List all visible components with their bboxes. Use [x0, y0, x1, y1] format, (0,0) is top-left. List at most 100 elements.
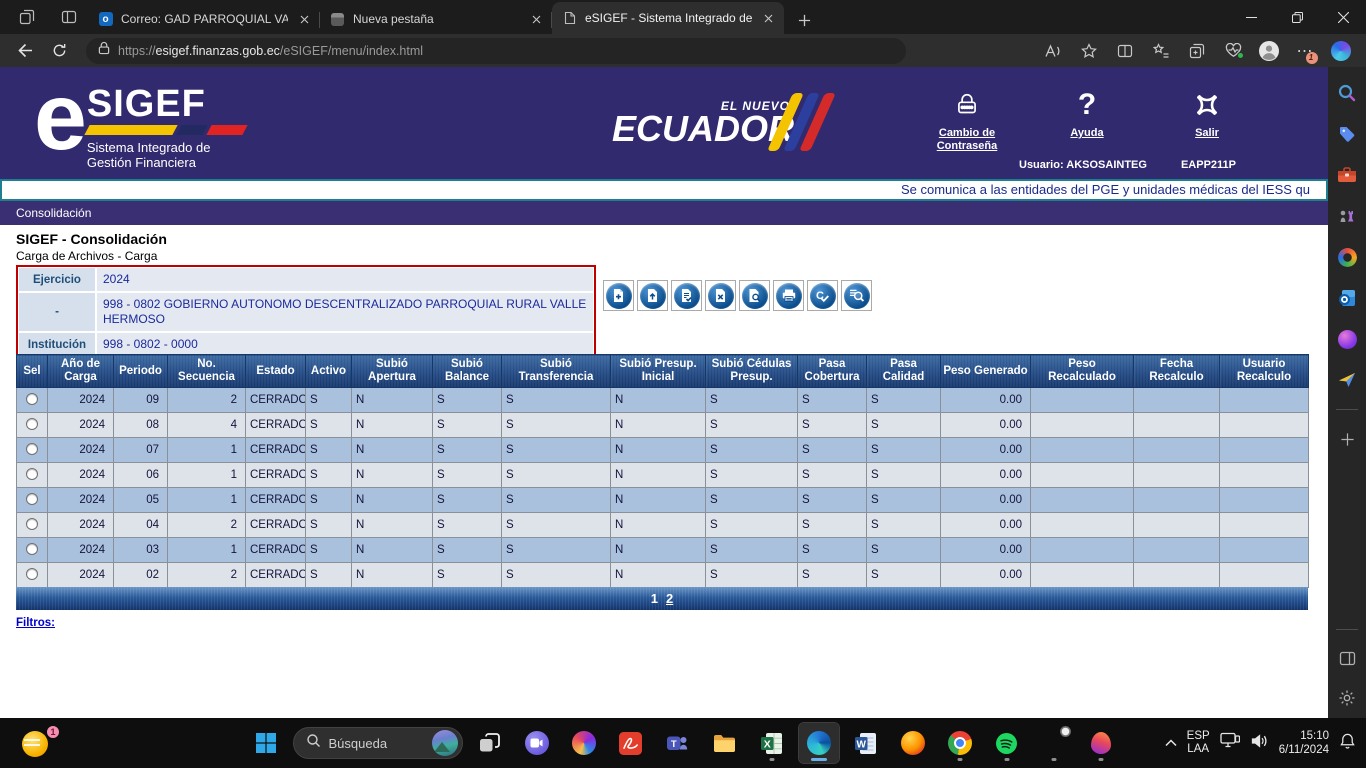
new-file-button[interactable] — [603, 280, 634, 311]
consult-button[interactable] — [841, 280, 872, 311]
notification-bell-icon[interactable] — [1339, 732, 1356, 755]
upload-file-button[interactable] — [637, 280, 668, 311]
table-cell: S — [867, 488, 941, 513]
discard-file-button[interactable] — [705, 280, 736, 311]
address-bar[interactable]: https://esigef.finanzas.gob.ec/eSIGEF/me… — [86, 38, 906, 64]
close-button[interactable] — [1320, 0, 1366, 34]
edge-app[interactable] — [799, 723, 839, 763]
taskview-app[interactable] — [470, 723, 510, 763]
tab-close-icon[interactable] — [528, 11, 544, 27]
tab-close-icon[interactable] — [760, 10, 776, 26]
explorer-app[interactable] — [705, 723, 745, 763]
preview-file-button[interactable] — [739, 280, 770, 311]
designer-icon[interactable] — [1335, 327, 1359, 351]
refresh-button[interactable] — [44, 37, 74, 65]
language-indicator[interactable]: ESPLAA — [1187, 730, 1210, 756]
table-cell: S — [706, 563, 798, 588]
table-cell: 0.00 — [941, 563, 1031, 588]
logout-link[interactable]: Salir — [1164, 85, 1250, 153]
form-value: 998 - 0802 GOBIERNO AUTONOMO DESCENTRALI… — [97, 293, 593, 331]
edge-sidebar — [1328, 67, 1366, 718]
row-radio-button[interactable] — [26, 393, 38, 405]
logo-stripes — [84, 125, 247, 135]
sidebar-add-icon[interactable] — [1335, 427, 1359, 451]
volume-icon[interactable] — [1250, 733, 1269, 754]
more-menu-icon[interactable]: ⋯1 — [1290, 37, 1320, 65]
tab-close-icon[interactable] — [296, 11, 312, 27]
row-radio-button[interactable] — [26, 543, 38, 555]
table-cell: S — [433, 513, 502, 538]
back-button[interactable] — [10, 37, 40, 65]
chat-app[interactable] — [517, 723, 557, 763]
drop-icon[interactable] — [1335, 368, 1359, 392]
taskbar-search[interactable]: Búsqueda — [293, 727, 463, 759]
browser-tab[interactable]: oCorreo: GAD PARROQUIAL VALLE — [88, 4, 320, 34]
sidebar-panel-icon[interactable] — [1335, 646, 1359, 670]
m365-icon[interactable] — [1335, 245, 1359, 269]
row-radio-button[interactable] — [26, 443, 38, 455]
table-cell — [1220, 488, 1309, 513]
table-cell — [1134, 538, 1220, 563]
word-app[interactable]: W — [846, 723, 886, 763]
add-collection-icon[interactable] — [1182, 37, 1212, 65]
row-radio-button[interactable] — [26, 468, 38, 480]
widgets-button[interactable]: 1 — [22, 725, 62, 761]
minimize-button[interactable] — [1228, 0, 1274, 34]
column-header: Subió Transferencia — [502, 355, 611, 388]
settings-gear-icon[interactable] — [1335, 686, 1359, 710]
firefox-app[interactable] — [893, 723, 933, 763]
collections-icon[interactable] — [1146, 37, 1176, 65]
row-radio-button[interactable] — [26, 568, 38, 580]
approve-button[interactable]: C — [807, 280, 838, 311]
browser-essentials-icon[interactable] — [1218, 37, 1248, 65]
table-cell — [1220, 388, 1309, 413]
toolbox-icon[interactable] — [1335, 163, 1359, 187]
start-button[interactable] — [246, 723, 286, 763]
split-screen-icon[interactable] — [1110, 37, 1140, 65]
page-link[interactable]: 2 — [666, 591, 673, 606]
restore-button[interactable] — [1274, 0, 1320, 34]
new-tab-button[interactable] — [790, 6, 818, 34]
teams-app[interactable]: T — [658, 723, 698, 763]
row-radio-button[interactable] — [26, 493, 38, 505]
browser-tab[interactable]: Nueva pestaña — [320, 4, 552, 34]
row-radio-button[interactable] — [26, 418, 38, 430]
games-icon[interactable] — [1335, 204, 1359, 228]
help-link[interactable]: ?Ayuda — [1044, 85, 1130, 153]
table-cell: 2 — [168, 388, 246, 413]
excel-app[interactable]: X — [752, 723, 792, 763]
clock[interactable]: 15:106/11/2024 — [1279, 729, 1329, 757]
page-title: SIGEF - Consolidación — [16, 231, 167, 247]
table-cell: 2 — [168, 513, 246, 538]
flame-app[interactable] — [1081, 723, 1121, 763]
browser-tab[interactable]: eSIGEF - Sistema Integrado de G — [552, 2, 784, 34]
tray-chevron-icon[interactable] — [1165, 734, 1177, 752]
favorite-star-icon[interactable] — [1074, 37, 1104, 65]
network-display-icon[interactable] — [1220, 732, 1240, 754]
profile-avatar[interactable] — [1254, 37, 1284, 65]
search-icon[interactable] — [1335, 81, 1359, 105]
table-cell: S — [867, 388, 941, 413]
spotify-app[interactable] — [987, 723, 1027, 763]
copilot-taskbar-app[interactable] — [564, 723, 604, 763]
table-cell: 0.00 — [941, 538, 1031, 563]
vertical-tabs-icon[interactable] — [56, 4, 82, 30]
table-cell: N — [352, 438, 433, 463]
read-aloud-icon[interactable] — [1038, 37, 1068, 65]
shopping-tag-icon[interactable] — [1335, 122, 1359, 146]
workspaces-icon[interactable] — [14, 4, 40, 30]
copilot-icon[interactable] — [1326, 37, 1356, 65]
row-radio-button[interactable] — [26, 518, 38, 530]
print-button[interactable] — [773, 280, 804, 311]
validate-file-button[interactable] — [671, 280, 702, 311]
breadcrumb[interactable]: Consolidación — [0, 201, 1328, 225]
discard-file-icon — [708, 283, 734, 309]
acrobat-app[interactable] — [611, 723, 651, 763]
change-password-link[interactable]: Cambio de Contraseña — [924, 85, 1010, 153]
chrome-app[interactable] — [940, 723, 980, 763]
outlook-icon[interactable] — [1335, 286, 1359, 310]
table-cell: N — [611, 563, 706, 588]
esigef-header: e SIGEF Sistema Integrado deGestión Fina… — [0, 67, 1328, 179]
chrome-alt-app[interactable] — [1034, 723, 1074, 763]
filters-link[interactable]: Filtros: — [16, 617, 55, 629]
